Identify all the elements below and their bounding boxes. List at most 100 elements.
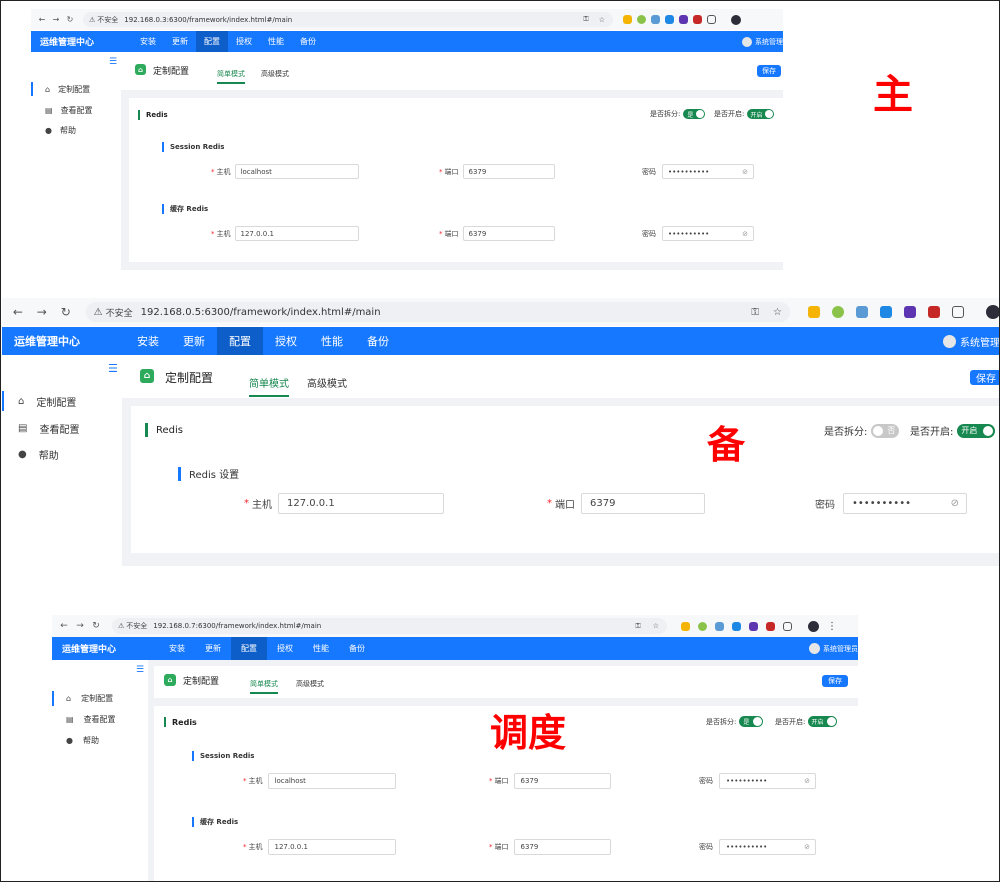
- sidebar-item-view-config[interactable]: ▤ 查看配置: [31, 103, 93, 117]
- host-input[interactable]: 127.0.0.1: [278, 493, 444, 514]
- menu-install[interactable]: 安装: [125, 327, 171, 355]
- profile-icon[interactable]: [808, 620, 819, 632]
- extension-icon[interactable]: [927, 306, 940, 318]
- extension-icon[interactable]: [698, 621, 707, 631]
- host-input[interactable]: 127.0.0.1: [267, 839, 396, 855]
- forward-arrow-icon[interactable]: →: [32, 305, 52, 319]
- sidebar-item-custom-config[interactable]: ⌂ 定制配置: [2, 391, 76, 411]
- extension-icon[interactable]: [681, 621, 690, 631]
- tab-advanced-mode[interactable]: 高级模式: [261, 69, 289, 79]
- extension-icon[interactable]: [651, 15, 660, 24]
- tab-simple-mode[interactable]: 简单模式: [217, 69, 245, 84]
- port-input[interactable]: 6379: [462, 164, 555, 179]
- extension-icon[interactable]: [693, 15, 702, 24]
- address-bar[interactable]: ⚠ 不安全 192.168.0.3:6300/framework/index.h…: [83, 12, 613, 27]
- host-input[interactable]: localhost: [267, 773, 396, 789]
- address-bar[interactable]: ⚠ 不安全 192.168.0.5:6300/framework/index.h…: [85, 302, 790, 322]
- sidebar-item-custom-config[interactable]: ⌂ 定制配置: [52, 691, 113, 706]
- enable-switch[interactable]: 开启: [808, 716, 838, 727]
- star-icon[interactable]: ☆: [599, 16, 605, 24]
- port-input[interactable]: 6379: [462, 226, 555, 241]
- host-input[interactable]: localhost: [234, 164, 359, 179]
- collapse-menu-icon[interactable]: ☰: [108, 362, 118, 375]
- extension-icon[interactable]: [665, 15, 674, 24]
- menu-config[interactable]: 配置: [196, 31, 229, 52]
- menu-performance[interactable]: 性能: [260, 31, 292, 52]
- port-input[interactable]: 6379: [513, 773, 611, 789]
- key-icon[interactable]: ⚿: [583, 15, 588, 24]
- reload-icon[interactable]: ↻: [56, 305, 76, 319]
- address-bar[interactable]: ⚠ 不安全 192.168.0.7:6300/framework/index.h…: [112, 618, 667, 634]
- star-icon[interactable]: ☆: [773, 307, 782, 318]
- menu-performance[interactable]: 性能: [309, 327, 355, 355]
- extension-icon[interactable]: [831, 306, 844, 318]
- save-button[interactable]: 保存: [757, 65, 781, 77]
- menu-performance[interactable]: 性能: [303, 637, 339, 660]
- menu-backup[interactable]: 备份: [339, 637, 375, 660]
- menu-update[interactable]: 更新: [171, 327, 217, 355]
- extension-icon[interactable]: [637, 15, 646, 24]
- eye-off-icon[interactable]: ⊘: [742, 168, 748, 176]
- enable-switch[interactable]: 开启: [747, 109, 775, 119]
- key-icon[interactable]: ⚿: [751, 307, 759, 318]
- eye-off-icon[interactable]: ⊘: [951, 498, 959, 509]
- user-menu[interactable]: 系统管理: [943, 334, 1000, 349]
- menu-install[interactable]: 安装: [132, 31, 164, 52]
- menu-license[interactable]: 授权: [267, 637, 303, 660]
- reload-icon[interactable]: ↻: [63, 15, 77, 24]
- extension-icon[interactable]: [951, 306, 964, 318]
- menu-license[interactable]: 授权: [228, 31, 260, 52]
- extension-icon[interactable]: [879, 306, 892, 318]
- password-input[interactable]: •••••••••• ⊘: [719, 773, 816, 789]
- extension-icon[interactable]: [807, 306, 820, 318]
- sidebar-item-view-config[interactable]: ▤ 查看配置: [52, 712, 116, 727]
- tab-simple-mode[interactable]: 简单模式: [249, 375, 289, 397]
- host-input[interactable]: 127.0.0.1: [234, 226, 359, 241]
- menu-backup[interactable]: 备份: [292, 31, 324, 52]
- sidebar-item-help[interactable]: ● 帮助: [31, 123, 76, 137]
- extension-icon[interactable]: [715, 621, 724, 631]
- reload-icon[interactable]: ↻: [88, 621, 104, 631]
- profile-icon[interactable]: [731, 14, 741, 25]
- eye-off-icon[interactable]: ⊘: [804, 777, 810, 785]
- split-switch[interactable]: 否: [871, 423, 900, 438]
- back-arrow-icon[interactable]: ←: [35, 15, 49, 24]
- password-input[interactable]: •••••••••• ⊘: [843, 493, 967, 514]
- password-input[interactable]: •••••••••• ⊘: [719, 839, 816, 855]
- key-icon[interactable]: ⚿: [635, 622, 640, 631]
- tab-advanced-mode[interactable]: 高级模式: [296, 679, 324, 689]
- split-switch[interactable]: 是: [739, 716, 764, 727]
- user-menu[interactable]: 系统管理: [742, 36, 783, 47]
- forward-arrow-icon[interactable]: →: [72, 621, 88, 631]
- menu-update[interactable]: 更新: [195, 637, 231, 660]
- split-switch[interactable]: 是: [683, 109, 706, 119]
- extension-icon[interactable]: [749, 621, 758, 631]
- menu-install[interactable]: 安装: [159, 637, 195, 660]
- sidebar-item-help[interactable]: ● 帮助: [52, 733, 99, 748]
- collapse-menu-icon[interactable]: ☰: [136, 665, 144, 675]
- sidebar-item-view-config[interactable]: ▤ 查看配置: [2, 418, 79, 438]
- menu-update[interactable]: 更新: [164, 31, 196, 52]
- port-input[interactable]: 6379: [581, 493, 705, 514]
- eye-off-icon[interactable]: ⊘: [804, 843, 810, 851]
- extension-icon[interactable]: [783, 621, 792, 631]
- back-arrow-icon[interactable]: ←: [8, 305, 28, 319]
- menu-backup[interactable]: 备份: [355, 327, 401, 355]
- tab-simple-mode[interactable]: 简单模式: [250, 679, 278, 694]
- extension-icon[interactable]: [707, 15, 716, 24]
- menu-license[interactable]: 授权: [263, 327, 309, 355]
- extension-icon[interactable]: [903, 306, 916, 318]
- menu-config[interactable]: 配置: [217, 327, 263, 355]
- extension-icon[interactable]: [855, 306, 868, 318]
- more-icon[interactable]: ⋮: [827, 621, 837, 632]
- back-arrow-icon[interactable]: ←: [56, 621, 72, 631]
- sidebar-item-custom-config[interactable]: ⌂ 定制配置: [31, 82, 90, 96]
- extension-icon[interactable]: [679, 15, 688, 24]
- sidebar-item-help[interactable]: ● 帮助: [2, 444, 59, 464]
- menu-config[interactable]: 配置: [231, 637, 268, 660]
- password-input[interactable]: •••••••••• ⊘: [662, 164, 754, 179]
- star-icon[interactable]: ☆: [653, 622, 659, 630]
- save-button[interactable]: 保存: [822, 675, 848, 687]
- tab-advanced-mode[interactable]: 高级模式: [307, 375, 347, 390]
- extension-icon[interactable]: [766, 621, 775, 631]
